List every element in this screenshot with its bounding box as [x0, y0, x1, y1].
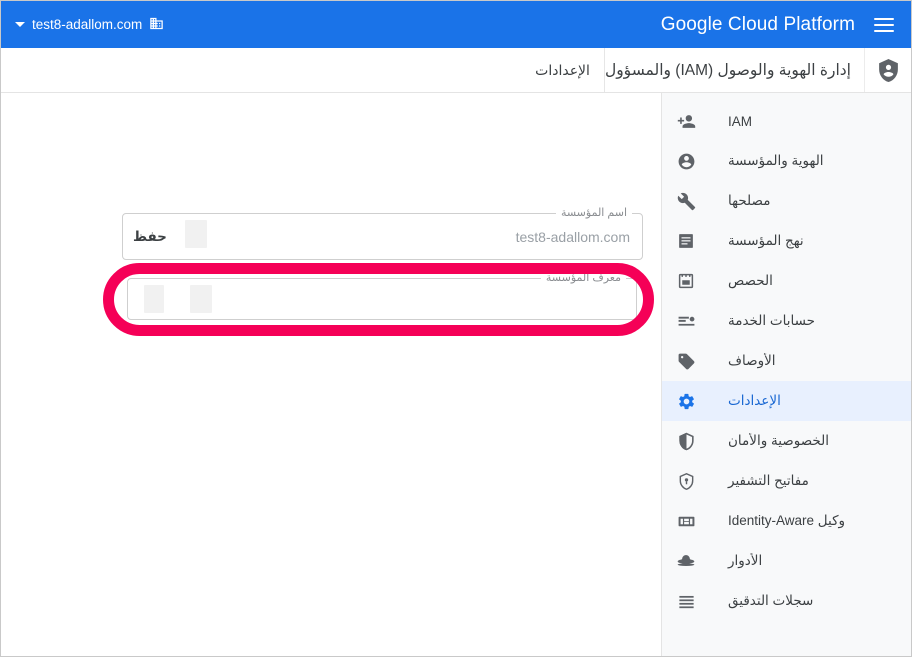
gear-icon	[662, 392, 710, 411]
sidebar-item-roles[interactable]: الأدوار	[662, 541, 911, 581]
organization-name-value: test8-adallom.com	[515, 228, 630, 245]
organization-id-field[interactable]: معرف المؤسسة	[127, 271, 637, 320]
chevron-down-icon	[15, 22, 25, 27]
encryption-key-shield-icon	[662, 472, 710, 491]
sidebar-item-label: نهج المؤسسة	[728, 233, 804, 248]
page-title-bar: إدارة الهوية والوصول (IAM) والمسؤول الإع…	[1, 48, 911, 93]
organization-name-row: اسم المؤسسة test8-adallom.com حفظ	[122, 206, 643, 260]
sidebar-item-label: الخصوصية والأمان	[728, 433, 830, 448]
hamburger-bar	[874, 23, 894, 26]
sidebar-item-label: IAM	[728, 113, 753, 129]
sidebar-item-troubleshoot[interactable]: مصلحها	[662, 181, 911, 221]
organization-name-field[interactable]: اسم المؤسسة test8-adallom.com حفظ	[122, 206, 643, 260]
page-title: إدارة الهوية والوصول (IAM) والمسؤول	[604, 61, 851, 79]
account-circle-icon	[662, 152, 710, 171]
hamburger-menu-icon[interactable]	[871, 12, 897, 38]
sidebar-item-label: الأوصاف	[728, 353, 776, 368]
sidebar-item-label: الهوية والمؤسسة	[728, 153, 824, 168]
sidebar-item-settings[interactable]: الإعدادات	[662, 381, 911, 421]
organization-id-input[interactable]	[128, 279, 636, 319]
organization-domain-label: test8-adallom.com	[32, 17, 143, 32]
organization-name-label: اسم المؤسسة	[555, 206, 632, 220]
main-content: اسم المؤسسة test8-adallom.com حفظ معرف ا…	[1, 93, 661, 656]
organization-id-row: معرف المؤسسة	[127, 271, 637, 320]
sidebar-nav: IAM الهوية والمؤسسة مصلحها نهج المؤسسة ا	[661, 93, 911, 656]
hamburger-bar	[874, 17, 894, 20]
sidebar-item-label: الحصص	[728, 273, 773, 288]
sidebar-item-label: سجلات التدقيق	[728, 593, 814, 608]
browser-window: Google Cloud Platform test8-adallom.com …	[0, 0, 912, 657]
audit-logs-icon	[662, 592, 710, 611]
sidebar-item-audit-logs[interactable]: سجلات التدقيق	[662, 581, 911, 621]
sidebar-item-service-accounts[interactable]: حسابات الخدمة	[662, 301, 911, 341]
organization-building-icon	[149, 16, 164, 34]
list-document-icon	[662, 232, 710, 250]
gcp-top-bar: Google Cloud Platform test8-adallom.com	[1, 1, 911, 48]
service-account-icon	[662, 312, 710, 331]
shield-icon	[662, 432, 710, 451]
person-add-icon	[662, 112, 710, 131]
sidebar-item-identity-aware-proxy[interactable]: وكيل Identity-Aware	[662, 501, 911, 541]
iam-shield-person-icon	[864, 48, 911, 92]
sidebar-item-iam[interactable]: IAM	[662, 101, 911, 141]
sidebar-item-quotas[interactable]: الحصص	[662, 261, 911, 301]
sidebar-item-label: حسابات الخدمة	[728, 313, 815, 328]
title-divider	[603, 48, 605, 92]
sidebar-item-privacy-and-security[interactable]: الخصوصية والأمان	[662, 421, 911, 461]
sidebar-item-labels[interactable]: الأوصاف	[662, 341, 911, 381]
organization-selector[interactable]: test8-adallom.com	[15, 16, 164, 34]
sidebar-item-label: الأدوار	[728, 553, 763, 568]
sidebar-item-label: الإعدادات	[728, 393, 781, 408]
sidebar-item-organization-policies[interactable]: نهج المؤسسة	[662, 221, 911, 261]
wrench-icon	[662, 192, 710, 211]
sidebar-item-label: مصلحها	[728, 193, 771, 208]
sidebar-item-cryptographic-keys[interactable]: مفاتيح التشفير	[662, 461, 911, 501]
organization-id-label: معرف المؤسسة	[540, 271, 626, 285]
label-tag-icon	[662, 352, 710, 371]
iap-proxy-icon	[662, 512, 710, 531]
hamburger-bar	[874, 29, 894, 32]
brand-title[interactable]: Google Cloud Platform	[661, 14, 855, 36]
sidebar-item-label: مفاتيح التشفير	[728, 473, 809, 488]
roles-hat-icon	[662, 551, 710, 571]
breadcrumb-current: الإعدادات	[535, 61, 590, 78]
sidebar-item-identity-and-organization[interactable]: الهوية والمؤسسة	[662, 141, 911, 181]
sidebar-item-label: وكيل Identity-Aware	[728, 513, 846, 528]
save-button[interactable]: حفظ	[123, 229, 183, 245]
quota-calendar-icon	[662, 272, 710, 290]
